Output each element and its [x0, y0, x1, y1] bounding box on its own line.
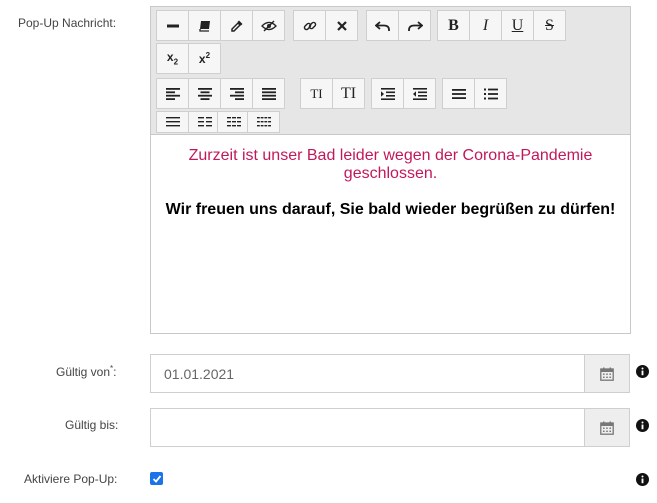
valid-from-calendar-button[interactable] — [584, 355, 629, 392]
text-color-button[interactable] — [220, 10, 253, 41]
font-size-small-icon: TI — [310, 85, 323, 101]
superscript-icon: x2 — [198, 51, 211, 66]
valid-from-info-icon[interactable] — [636, 365, 649, 378]
valid-until-calendar-button[interactable] — [584, 409, 629, 446]
subscript-icon: x2 — [166, 50, 179, 67]
underline-icon: U — [511, 16, 524, 34]
font-size-large-icon: TI — [340, 84, 357, 102]
font-size-large-button[interactable]: TI — [332, 78, 365, 109]
superscript-button[interactable]: x2 — [188, 43, 221, 74]
eyedropper-icon — [230, 20, 242, 32]
book-icon — [198, 20, 210, 32]
list-ol-icon — [483, 88, 498, 99]
message-line-2: Wir freuen uns darauf, Sie bald wieder b… — [165, 201, 616, 218]
editor-toolbar: B I U S x2 x2 TI TI — [151, 7, 630, 135]
align-right-button[interactable] — [220, 78, 253, 109]
align-center-icon — [197, 87, 212, 100]
paragraph-style-4-button[interactable] — [247, 111, 280, 133]
valid-until-info-icon[interactable] — [636, 419, 649, 432]
underline-button[interactable]: U — [501, 10, 534, 41]
link-icon — [303, 21, 316, 30]
valid-until-input[interactable] — [151, 409, 584, 446]
close-icon — [336, 20, 347, 31]
rich-text-editor[interactable]: B I U S x2 x2 TI TI Zurzeit ist unser Ba… — [150, 6, 631, 334]
paragraph-style-3-button[interactable] — [217, 111, 250, 133]
insert-link-button[interactable] — [293, 10, 326, 41]
outdent-icon — [412, 87, 427, 100]
editor-content[interactable]: Zurzeit ist unser Bad leider wegen der C… — [151, 136, 630, 333]
message-line-1: Zurzeit ist unser Bad leider wegen der C… — [188, 147, 593, 182]
horizontal-rule-icon — [166, 24, 179, 27]
lines-4-icon — [256, 117, 271, 127]
align-justify-icon — [261, 87, 276, 100]
redo-icon — [407, 20, 423, 31]
valid-from-label: Gültig von*: — [56, 364, 117, 379]
font-size-small-button[interactable]: TI — [300, 78, 333, 109]
source-code-button[interactable] — [188, 10, 221, 41]
align-right-icon — [229, 87, 244, 100]
lines-1-icon — [165, 117, 180, 127]
strikethrough-button[interactable]: S — [533, 10, 566, 41]
subscript-button[interactable]: x2 — [156, 43, 189, 74]
indent-button[interactable] — [371, 78, 404, 109]
bold-button[interactable]: B — [437, 10, 470, 41]
calendar-icon — [600, 421, 614, 435]
list-ul-icon — [451, 88, 466, 99]
calendar-icon — [600, 367, 614, 381]
align-justify-button[interactable] — [252, 78, 285, 109]
lines-3-icon — [226, 117, 241, 127]
activate-popup-info-icon[interactable] — [636, 473, 649, 486]
eye-slash-icon — [260, 20, 277, 31]
align-left-button[interactable] — [156, 78, 189, 109]
horizontal-rule-button[interactable] — [156, 10, 189, 41]
undo-icon — [374, 20, 390, 31]
align-center-button[interactable] — [188, 78, 221, 109]
bold-icon: B — [448, 16, 459, 34]
activate-popup-label: Aktiviere Pop-Up: — [24, 472, 118, 486]
activate-popup-checkbox[interactable] — [150, 472, 163, 485]
paragraph-style-1-button[interactable] — [156, 111, 189, 133]
undo-button[interactable] — [366, 10, 399, 41]
checkmark-icon — [152, 474, 161, 483]
popup-message-label: Pop-Up Nachricht: — [18, 16, 117, 30]
ordered-list-button[interactable] — [474, 78, 507, 109]
indent-icon — [380, 87, 395, 100]
align-left-icon — [165, 87, 180, 100]
italic-button[interactable]: I — [469, 10, 502, 41]
redo-button[interactable] — [398, 10, 431, 41]
highlight-button[interactable] — [252, 10, 285, 41]
valid-from-input[interactable] — [151, 355, 584, 392]
valid-until-field — [150, 408, 630, 447]
strikethrough-icon: S — [545, 16, 554, 34]
valid-from-field — [150, 354, 630, 393]
outdent-button[interactable] — [403, 78, 436, 109]
remove-link-button[interactable] — [325, 10, 358, 41]
italic-icon: I — [482, 16, 489, 34]
lines-2-icon — [197, 117, 212, 127]
unordered-list-button[interactable] — [442, 78, 475, 109]
valid-until-label: Gültig bis: — [65, 418, 119, 432]
